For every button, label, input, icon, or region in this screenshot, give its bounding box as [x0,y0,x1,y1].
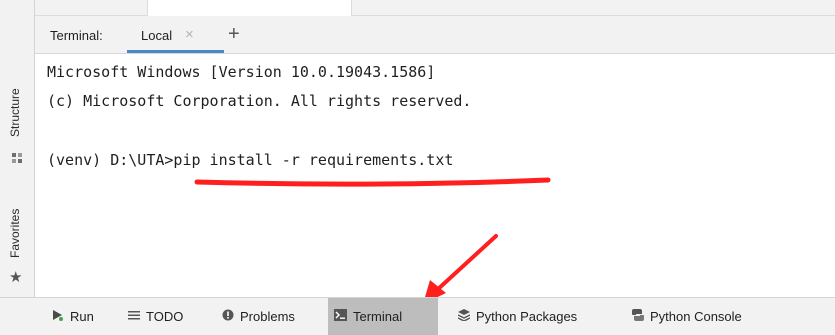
problems-tool-button[interactable]: Problems [216,298,301,335]
run-icon [52,309,64,324]
todo-tool-button[interactable]: TODO [122,298,189,335]
python-console-label: Python Console [650,309,742,324]
annotation-arrow-line [435,234,498,292]
problems-label: Problems [240,309,295,324]
packages-icon [457,309,471,324]
problems-icon [222,309,234,324]
run-tool-button[interactable]: Run [46,298,100,335]
bottom-toolbar: Run TODO Problems Terminal Python Packag… [0,297,835,335]
python-console-tool-button[interactable]: Python Console [626,298,748,335]
python-packages-tool-button[interactable]: Python Packages [452,298,583,335]
python-packages-label: Python Packages [476,309,578,324]
terminal-tool-button[interactable]: Terminal [328,298,438,335]
terminal-label: Terminal [353,309,403,324]
todo-label: TODO [146,309,184,324]
todo-list-icon [128,309,140,324]
run-label: Run [70,309,94,324]
terminal-icon [334,309,347,324]
python-console-icon [632,309,644,324]
annotation-overlay [194,177,551,304]
annotation-underline [194,177,551,187]
